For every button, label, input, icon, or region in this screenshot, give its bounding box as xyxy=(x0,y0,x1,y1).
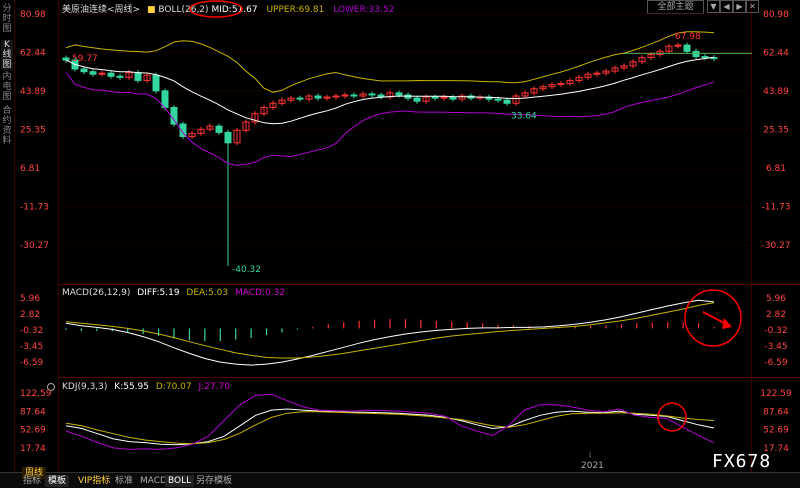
kdj-y-tick-right: 87.64 xyxy=(763,407,789,417)
price-label-low: -40.32 xyxy=(232,265,261,275)
macd-y-tick-left: 5.96 xyxy=(20,294,40,304)
kdj-y-tick-right: 122.59 xyxy=(760,389,792,399)
watermark-logo: FX678 xyxy=(712,451,772,472)
candle-body xyxy=(368,93,376,96)
candle-body xyxy=(395,92,403,96)
y-tick-label-left: 43.89 xyxy=(20,87,46,97)
macd-y-tick-right: -6.59 xyxy=(764,358,788,368)
candle-body xyxy=(107,72,115,77)
y-tick-label-left: 6.81 xyxy=(20,164,40,174)
y-tick-label-right: 80.98 xyxy=(763,10,789,20)
chart-canvas: 80.98 80.98 62.44 62.44 43.89 43.89 25.35 25.35… xyxy=(20,0,792,458)
macd-dea-line xyxy=(65,302,715,359)
macd-y-tick-left: -0.32 xyxy=(20,326,43,336)
candle-body xyxy=(89,71,97,75)
candle-body xyxy=(170,106,178,125)
macd-y-tick-right: 2.82 xyxy=(766,310,786,320)
boll-lower-line xyxy=(65,72,715,166)
candle-body xyxy=(413,97,421,102)
macd-y-tick-right: -3.45 xyxy=(764,342,787,352)
macd-y-tick-left: -3.45 xyxy=(20,342,43,352)
candle-body xyxy=(152,74,160,92)
y-tick-label-left: 25.35 xyxy=(20,126,46,136)
tab-template[interactable]: 模板 xyxy=(45,475,70,487)
candle-body xyxy=(314,95,322,99)
kdj-y-tick-left: 87.64 xyxy=(20,407,46,417)
y-tick-label-right: -30.27 xyxy=(761,241,790,251)
candle-body xyxy=(701,56,709,59)
tab-save-template[interactable]: 另存模板 xyxy=(193,475,235,487)
y-tick-label-right: 62.44 xyxy=(763,49,789,59)
candle-body xyxy=(350,94,358,97)
candle-body xyxy=(431,96,439,99)
kdj-y-tick-left: 122.59 xyxy=(20,389,52,399)
bottom-tab-bar: 周线 指标 模板 VIP指标 标准 MACD BOLL 另存模板 xyxy=(0,467,800,488)
macd-y-tick-right: -0.32 xyxy=(764,326,787,336)
tab-standard[interactable]: 标准 xyxy=(112,475,136,487)
candle-body xyxy=(224,131,232,144)
candle-body xyxy=(161,90,169,108)
candle-body xyxy=(683,44,691,52)
candle-body xyxy=(80,68,88,73)
y-tick-label-right: 25.35 xyxy=(763,126,789,136)
y-tick-label-right: 43.89 xyxy=(763,87,789,97)
macd-y-tick-left: -6.59 xyxy=(20,358,44,368)
annotation-arrowhead xyxy=(722,318,732,329)
candle-body xyxy=(296,97,304,100)
kdj-j-line xyxy=(65,393,715,450)
y-tick-label-left: 62.44 xyxy=(20,49,46,59)
price-label-mid-low: 33.64 xyxy=(511,111,537,121)
kdj-d-line xyxy=(65,411,715,445)
macd-y-tick-right: 5.96 xyxy=(766,294,786,304)
y-tick-label-right: 6.81 xyxy=(766,164,786,174)
price-label-start: 59.77 xyxy=(72,54,98,64)
price-label-high: 67.98 xyxy=(675,32,701,42)
x-axis-label: 2021 xyxy=(581,461,604,471)
tab-indicator[interactable]: 指标 xyxy=(20,475,44,487)
macd-y-tick-left: 2.82 xyxy=(20,310,40,320)
tab-vip-indicator[interactable]: VIP指标 xyxy=(75,475,113,487)
y-tick-label-left: -11.73 xyxy=(20,203,49,213)
candle-body xyxy=(692,50,700,58)
candle-body xyxy=(494,98,502,101)
candle-body xyxy=(116,75,124,78)
y-tick-label-left: -30.27 xyxy=(20,241,49,251)
y-tick-label-left: 80.98 xyxy=(20,10,46,20)
candle-body xyxy=(62,57,70,61)
candle-body xyxy=(449,96,457,100)
kdj-y-tick-left: 17.74 xyxy=(20,444,46,454)
kdj-y-tick-right: 52.69 xyxy=(763,426,789,436)
candle-body xyxy=(503,99,511,104)
candle-body xyxy=(215,125,223,133)
macd-diff-line xyxy=(65,299,715,366)
tab-boll[interactable]: BOLL xyxy=(165,475,195,487)
kdj-y-tick-left: 52.69 xyxy=(20,426,46,436)
annotation-ellipse xyxy=(189,0,243,18)
y-tick-label-right: -11.73 xyxy=(761,203,790,213)
candle-body xyxy=(134,72,142,81)
boll-upper-line xyxy=(65,31,715,93)
